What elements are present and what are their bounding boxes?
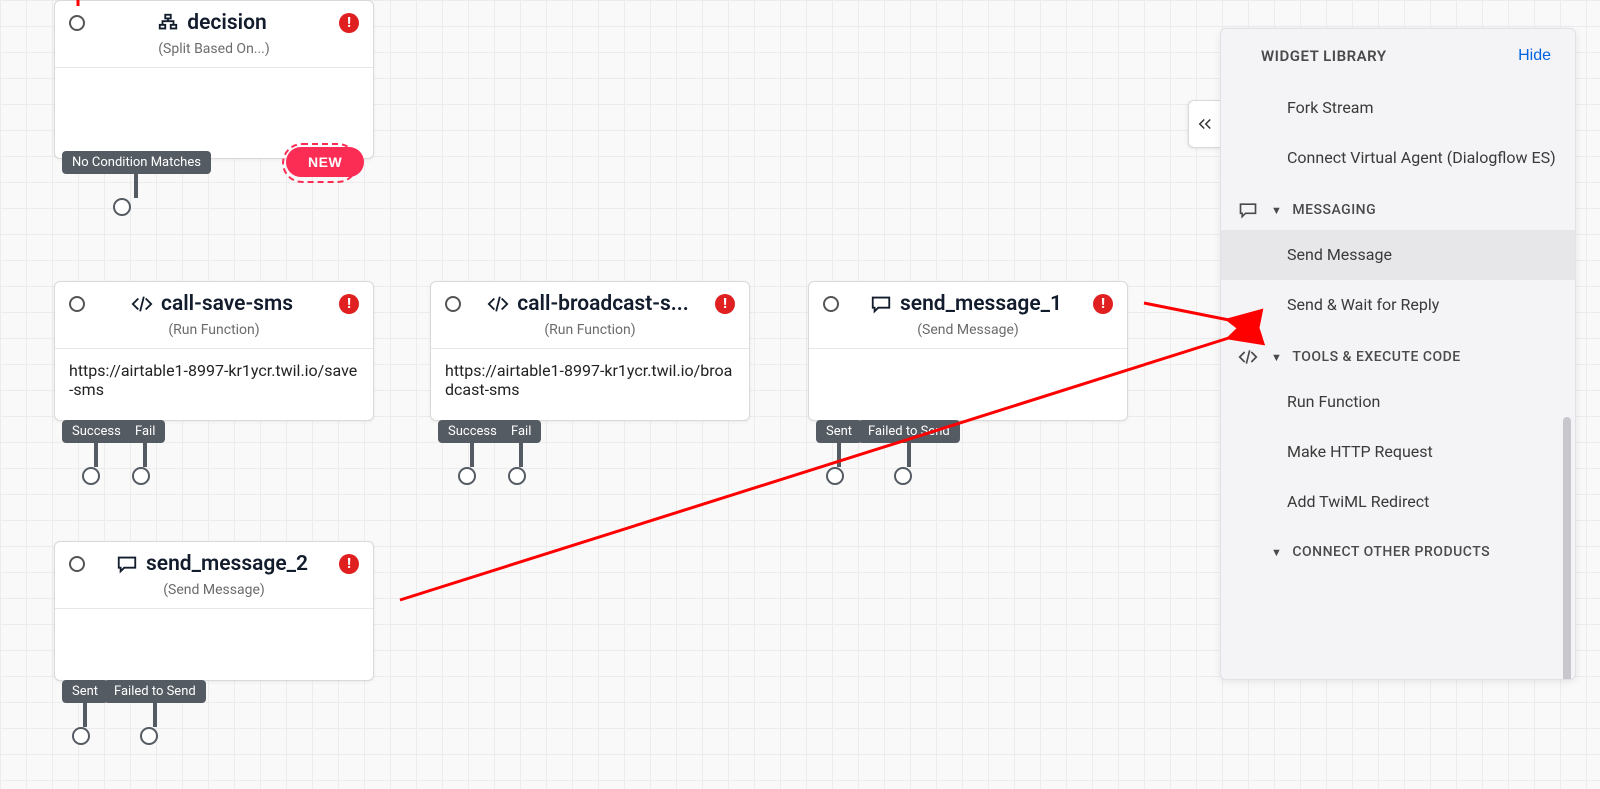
drag-handle[interactable] bbox=[69, 556, 85, 572]
panel-title: WIDGET LIBRARY bbox=[1261, 47, 1387, 65]
drag-handle[interactable] bbox=[823, 296, 839, 312]
node-send-message-2[interactable]: send_message_2 ! (Send Message) bbox=[54, 541, 374, 681]
node-title: send_message_1 bbox=[900, 292, 1062, 316]
transition-sent[interactable]: Sent bbox=[816, 420, 862, 443]
warning-icon: ! bbox=[1093, 294, 1113, 314]
node-body: https://airtable1-8997-kr1ycr.twil.io/br… bbox=[431, 349, 749, 415]
code-icon bbox=[1235, 347, 1261, 367]
caret-down-icon: ▼ bbox=[1271, 351, 1282, 364]
connector-dot[interactable] bbox=[508, 467, 526, 485]
connector-dot[interactable] bbox=[72, 727, 90, 745]
code-icon bbox=[487, 293, 509, 315]
node-title: call-broadcast-s... bbox=[517, 292, 688, 316]
library-item-connect-virtual-agent[interactable]: Connect Virtual Agent (Dialogflow ES) bbox=[1221, 133, 1575, 183]
node-send-message-1[interactable]: send_message_1 ! (Send Message) bbox=[808, 281, 1128, 421]
section-label: MESSAGING bbox=[1292, 202, 1376, 218]
library-item-run-function[interactable]: Run Function bbox=[1221, 377, 1575, 427]
panel-collapse-tab[interactable] bbox=[1188, 100, 1220, 148]
connector-dot[interactable] bbox=[458, 467, 476, 485]
chat-icon bbox=[116, 553, 138, 575]
node-title: call-save-sms bbox=[161, 292, 293, 316]
transition-success[interactable]: Success bbox=[62, 420, 131, 443]
node-body bbox=[55, 68, 373, 128]
node-subtitle: (Run Function) bbox=[55, 322, 373, 348]
drag-handle[interactable] bbox=[445, 296, 461, 312]
caret-down-icon: ▼ bbox=[1271, 204, 1282, 217]
node-decision[interactable]: decision ! (Split Based On...) bbox=[54, 0, 374, 159]
transition-sent[interactable]: Sent bbox=[62, 680, 108, 703]
node-subtitle: (Split Based On...) bbox=[55, 41, 373, 67]
transition-no-condition-matches[interactable]: No Condition Matches bbox=[62, 151, 211, 174]
connector-dot[interactable] bbox=[132, 467, 150, 485]
section-label: TOOLS & EXECUTE CODE bbox=[1292, 349, 1460, 365]
node-title: decision bbox=[187, 11, 266, 35]
scrollbar-thumb[interactable] bbox=[1563, 417, 1571, 679]
library-section-tools[interactable]: ▼ TOOLS & EXECUTE CODE bbox=[1221, 329, 1575, 377]
section-label: CONNECT OTHER PRODUCTS bbox=[1292, 544, 1490, 560]
connector-dot[interactable] bbox=[82, 467, 100, 485]
caret-down-icon: ▼ bbox=[1271, 546, 1282, 559]
node-subtitle: (Run Function) bbox=[431, 322, 749, 348]
chevrons-left-icon bbox=[1196, 115, 1214, 133]
node-subtitle: (Send Message) bbox=[809, 322, 1127, 348]
library-item-add-twiml-redirect[interactable]: Add TwiML Redirect bbox=[1221, 477, 1575, 527]
new-condition-button[interactable]: NEW bbox=[286, 147, 364, 177]
drag-handle[interactable] bbox=[69, 15, 85, 31]
chat-icon bbox=[870, 293, 892, 315]
transition-failed-to-send[interactable]: Failed to Send bbox=[858, 420, 960, 443]
library-item-send-message[interactable]: Send Message bbox=[1221, 230, 1575, 280]
connector-dot[interactable] bbox=[140, 727, 158, 745]
chat-icon bbox=[1235, 200, 1261, 220]
warning-icon: ! bbox=[339, 554, 359, 574]
library-section-connect-other[interactable]: ▼ CONNECT OTHER PRODUCTS bbox=[1221, 526, 1575, 570]
connector-dot[interactable] bbox=[113, 198, 131, 216]
warning-icon: ! bbox=[339, 13, 359, 33]
transition-failed-to-send[interactable]: Failed to Send bbox=[104, 680, 206, 703]
code-icon bbox=[131, 293, 153, 315]
node-title: send_message_2 bbox=[146, 552, 308, 576]
library-item-send-wait-reply[interactable]: Send & Wait for Reply bbox=[1221, 280, 1575, 330]
node-body bbox=[809, 349, 1127, 409]
node-call-broadcast-sms[interactable]: call-broadcast-s... ! (Run Function) htt… bbox=[430, 281, 750, 421]
node-body bbox=[55, 609, 373, 669]
warning-icon: ! bbox=[715, 294, 735, 314]
widget-library-panel: WIDGET LIBRARY Hide Fork Stream Connect … bbox=[1220, 28, 1576, 680]
node-call-save-sms[interactable]: call-save-sms ! (Run Function) https://a… bbox=[54, 281, 374, 421]
split-icon bbox=[157, 12, 179, 34]
drag-handle[interactable] bbox=[69, 296, 85, 312]
library-item-fork-stream[interactable]: Fork Stream bbox=[1221, 83, 1575, 133]
warning-icon: ! bbox=[339, 294, 359, 314]
connector-dot[interactable] bbox=[826, 467, 844, 485]
library-item-make-http-request[interactable]: Make HTTP Request bbox=[1221, 427, 1575, 477]
library-section-messaging[interactable]: ▼ MESSAGING bbox=[1221, 182, 1575, 230]
hide-button[interactable]: Hide bbox=[1518, 47, 1551, 65]
transition-success[interactable]: Success bbox=[438, 420, 507, 443]
node-body: https://airtable1-8997-kr1ycr.twil.io/sa… bbox=[55, 349, 373, 415]
connector-dot[interactable] bbox=[894, 467, 912, 485]
transition-fail[interactable]: Fail bbox=[125, 420, 165, 443]
transition-fail[interactable]: Fail bbox=[501, 420, 541, 443]
node-subtitle: (Send Message) bbox=[55, 582, 373, 608]
